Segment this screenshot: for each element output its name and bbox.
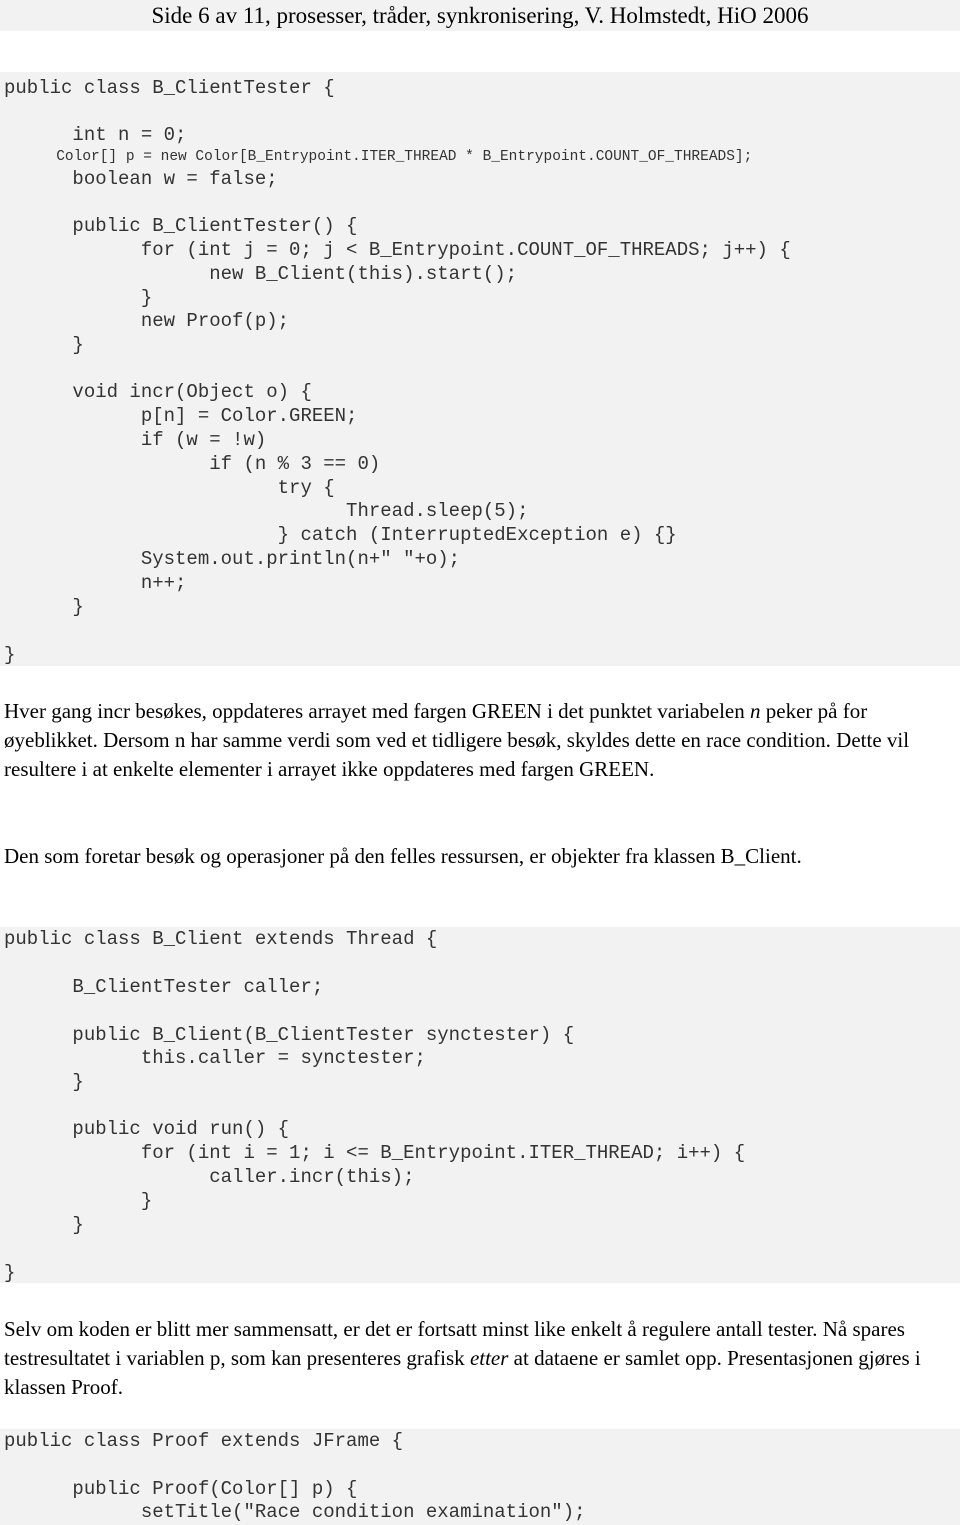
code-line: public B_Client(B_ClientTester syncteste… xyxy=(4,1024,575,1046)
code-line: } xyxy=(4,1190,153,1212)
code-line: } xyxy=(4,1262,16,1284)
code-line: caller.incr(this); xyxy=(4,1166,415,1188)
italic-variable-n: n xyxy=(750,699,761,723)
code-line: System.out.println(n+" "+o); xyxy=(4,548,461,570)
code-line: if (n % 3 == 0) xyxy=(4,453,381,475)
code-line: public Proof(Color[] p) { xyxy=(4,1478,358,1500)
code-line: } xyxy=(4,596,84,618)
code-line: this.caller = synctester; xyxy=(4,1047,426,1069)
code-line: Color[] p = new Color[B_Entrypoint.ITER_… xyxy=(4,149,753,165)
code-line: } xyxy=(4,1071,84,1093)
code-line: } xyxy=(4,644,16,666)
code-line: n++; xyxy=(4,572,187,594)
code-line: p[n] = Color.GREEN; xyxy=(4,405,358,427)
code-line: boolean w = false; xyxy=(4,168,278,190)
code-line: } catch (InterruptedException e) {} xyxy=(4,524,677,546)
paragraph-race-condition: Hver gang incr besøkes, oppdateres array… xyxy=(4,699,910,781)
code-line: } xyxy=(4,334,84,356)
code-line: B_ClientTester caller; xyxy=(4,976,324,998)
code-line: public B_ClientTester() { xyxy=(4,215,358,237)
paragraph-b-client-intro: Den som foretar besøk og operasjoner på … xyxy=(4,844,802,868)
code-line: public class B_Client extends Thread { xyxy=(4,928,438,950)
code-line: new B_Client(this).start(); xyxy=(4,263,518,285)
code-line: for (int i = 1; i <= B_Entrypoint.ITER_T… xyxy=(4,1142,746,1164)
code-line: public void run() { xyxy=(4,1118,290,1140)
code-line: Thread.sleep(5); xyxy=(4,500,529,522)
code-line: new Proof(p); xyxy=(4,310,290,332)
paragraph-proof-intro: Selv om koden er blitt mer sammensatt, e… xyxy=(4,1317,921,1399)
page-header-title: Side 6 av 11, prosesser, tråder, synkron… xyxy=(151,3,809,28)
code-line: public class Proof extends JFrame { xyxy=(4,1430,404,1452)
code-line: void incr(Object o) { xyxy=(4,381,312,403)
code-line: int n = 0; xyxy=(4,124,187,146)
code-line: setTitle("Race condition examination"); xyxy=(4,1501,586,1523)
code-line: } xyxy=(4,287,153,309)
code-line: try { xyxy=(4,477,335,499)
code-line: public class B_ClientTester { xyxy=(4,77,335,99)
page-header: Side 6 av 11, prosesser, tråder, synkron… xyxy=(0,0,960,31)
italic-etter: etter xyxy=(469,1346,509,1370)
code-line: } xyxy=(4,1214,84,1236)
code-line: for (int j = 0; j < B_Entrypoint.COUNT_O… xyxy=(4,239,791,261)
code-line: if (w = !w) xyxy=(4,429,267,451)
